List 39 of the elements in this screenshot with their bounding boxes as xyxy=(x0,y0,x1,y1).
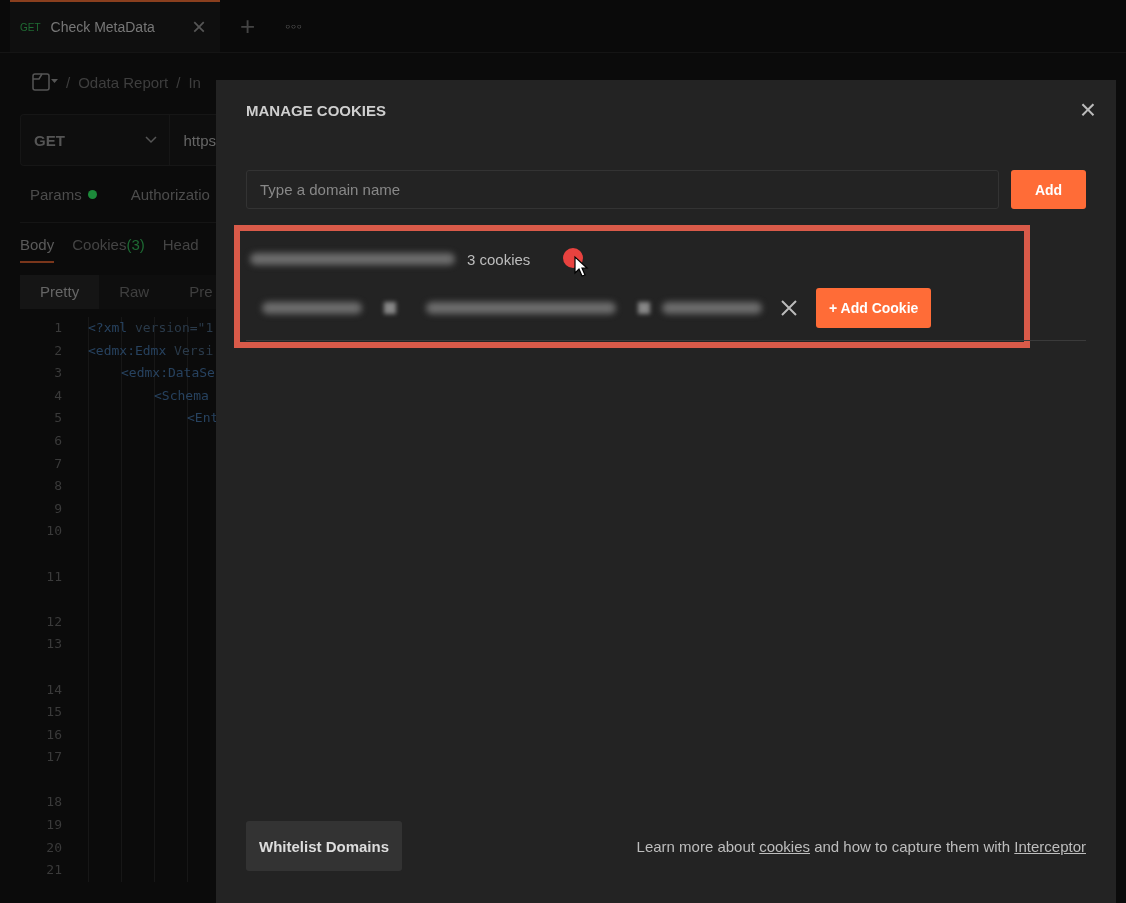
whitelist-domains-button[interactable]: Whitelist Domains xyxy=(246,821,402,871)
request-tab[interactable]: Params xyxy=(30,185,97,203)
request-tab[interactable]: Authorizatio xyxy=(130,185,210,203)
code-text: <edmx:Edmx Versi xyxy=(88,342,214,358)
url-field[interactable]: https xyxy=(183,131,216,149)
dialog-title: MANAGE COOKIES xyxy=(246,101,386,119)
cookies-link[interactable]: cookies xyxy=(759,837,810,855)
new-tab-button[interactable]: + xyxy=(232,10,264,42)
more-button[interactable]: ○○○ xyxy=(279,20,309,32)
breadcrumb-separator: / xyxy=(176,73,181,91)
blurred-cookie-name[interactable] xyxy=(662,302,762,314)
cookie-count: 3 cookies xyxy=(467,250,531,268)
response-tab[interactable]: Head xyxy=(162,236,199,263)
response-tab[interactable]: Body xyxy=(20,236,55,263)
footer-text: Learn more about cookies and how to capture them with Interceptor xyxy=(636,837,1086,855)
response-tab[interactable]: Cookies(3) xyxy=(72,236,145,263)
domain-input[interactable]: Type a domain name xyxy=(246,170,999,209)
code-text: <edmx:DataSe xyxy=(121,365,215,381)
blurred-domain[interactable] xyxy=(250,253,455,265)
code-text: <Schema xyxy=(154,387,209,403)
blurred-cookie-name[interactable] xyxy=(262,302,362,314)
add-button[interactable]: Add xyxy=(1011,170,1086,209)
add-cookie-button[interactable]: + Add Cookie xyxy=(816,288,932,328)
code-text: <?xml version="1 xyxy=(88,320,214,335)
collection-icon[interactable] xyxy=(32,73,58,91)
interceptor-link[interactable]: Interceptor xyxy=(1014,837,1086,855)
close-tab-button[interactable]: × xyxy=(192,15,206,39)
blurred-cookie-name[interactable] xyxy=(426,302,616,314)
tab-title[interactable]: Check MetaData xyxy=(50,19,155,35)
breadcrumb-separator: / xyxy=(66,73,71,91)
close-icon[interactable] xyxy=(780,299,798,317)
chevron-down-icon xyxy=(145,136,158,144)
code-text: <Ent xyxy=(187,410,219,426)
method-label: GET xyxy=(20,21,41,33)
close-button[interactable]: × xyxy=(1079,96,1096,124)
blurred-remove-icon[interactable] xyxy=(638,302,650,314)
view-mode-tab[interactable]: Pretty xyxy=(20,275,100,309)
blurred-remove-icon[interactable] xyxy=(384,302,396,314)
method-dropdown[interactable]: GET xyxy=(21,115,171,165)
